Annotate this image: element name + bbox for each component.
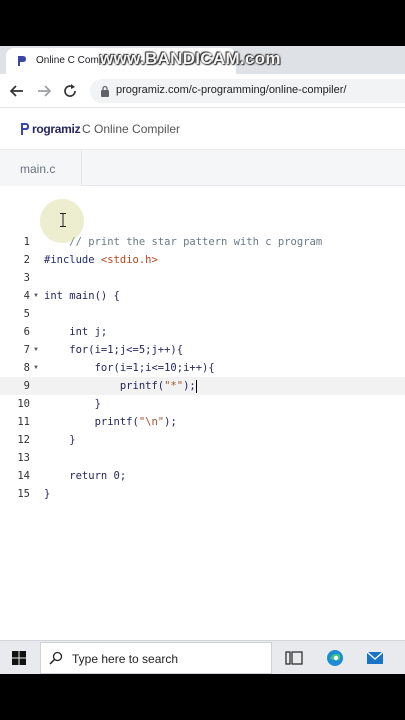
code-line[interactable]: 9 printf("*"); bbox=[0, 377, 405, 395]
site-header: rogramiz C Online Compiler bbox=[0, 108, 405, 150]
code-line[interactable]: 14 return 0; bbox=[0, 467, 405, 485]
task-view-icon[interactable] bbox=[285, 649, 303, 667]
line-number: 3 bbox=[23, 272, 30, 284]
fold-arrow-icon[interactable]: ▼ bbox=[33, 287, 39, 305]
line-number: 7 bbox=[23, 344, 30, 356]
code-text: int j; bbox=[44, 326, 108, 338]
page-title: C Online Compiler bbox=[82, 122, 181, 136]
code-text: } bbox=[44, 434, 76, 446]
line-number: 9 bbox=[23, 380, 30, 392]
text-caret bbox=[195, 379, 197, 393]
windows-taskbar: Type here to search bbox=[0, 640, 405, 674]
code-text: for(i=1;j<=5;j++){ bbox=[44, 344, 184, 356]
line-number: 1 bbox=[23, 236, 30, 248]
reload-icon[interactable] bbox=[61, 82, 79, 100]
fold-arrow-icon[interactable]: ▼ bbox=[33, 341, 39, 359]
forward-arrow-icon[interactable] bbox=[35, 82, 53, 100]
browser-tab-title: Online C Compiler bbox=[36, 55, 106, 66]
programiz-logo-icon[interactable] bbox=[20, 122, 30, 136]
programiz-logo-text[interactable]: rogramiz bbox=[32, 122, 81, 136]
code-line[interactable]: 6 int j; bbox=[0, 323, 405, 341]
mail-icon[interactable] bbox=[366, 649, 384, 667]
lock-icon[interactable] bbox=[100, 85, 110, 97]
code-text: #include <stdio.h> bbox=[44, 254, 158, 266]
code-line[interactable]: 11 printf("\n"); bbox=[0, 413, 405, 431]
line-number: 10 bbox=[17, 398, 30, 410]
code-line[interactable]: 12 } bbox=[0, 431, 405, 449]
line-number: 14 bbox=[17, 470, 30, 482]
code-line[interactable]: 15} bbox=[0, 485, 405, 503]
code-text: printf("\n"); bbox=[44, 416, 177, 428]
fold-arrow-icon[interactable]: ▼ bbox=[33, 359, 39, 377]
line-number: 15 bbox=[17, 488, 30, 500]
code-line[interactable]: 13 bbox=[0, 449, 405, 467]
file-tab-label: main.c bbox=[20, 162, 56, 176]
browser-toolbar: programiz.com/c-programming/online-compi… bbox=[0, 74, 405, 108]
line-number: 13 bbox=[17, 452, 30, 464]
code-line[interactable]: 5 bbox=[0, 305, 405, 323]
code-line[interactable]: 2 #include <stdio.h> bbox=[0, 251, 405, 269]
line-number: 2 bbox=[23, 254, 30, 266]
line-number: 5 bbox=[23, 308, 30, 320]
programiz-favicon-icon bbox=[18, 56, 26, 66]
code-text: for(i=1;i<=10;i++){ bbox=[44, 362, 215, 374]
line-number: 11 bbox=[17, 416, 30, 428]
code-line[interactable]: 10 } bbox=[0, 395, 405, 413]
code-line[interactable]: 8 ▼ for(i=1;i<=10;i++){ bbox=[0, 359, 405, 377]
code-line[interactable]: 3 bbox=[0, 269, 405, 287]
address-bar[interactable]: programiz.com/c-programming/online-compi… bbox=[90, 79, 405, 103]
code-line[interactable]: 4 ▼ int main() { bbox=[0, 287, 405, 305]
editor-tab-bar: main.c bbox=[0, 150, 405, 186]
edge-browser-icon[interactable] bbox=[326, 649, 344, 667]
taskbar-search-box[interactable]: Type here to search bbox=[40, 642, 272, 674]
code-text: int main() { bbox=[44, 290, 120, 302]
search-icon bbox=[49, 651, 63, 665]
back-arrow-icon[interactable] bbox=[8, 82, 26, 100]
code-editor[interactable]: 1 // print the star pattern with c progr… bbox=[0, 186, 405, 640]
code-text: // print the star pattern with c program bbox=[69, 236, 323, 248]
screen: Online C Compiler www.BANDICAM.com progr… bbox=[0, 46, 405, 674]
taskbar-search-placeholder: Type here to search bbox=[72, 652, 179, 666]
code-text: } bbox=[44, 398, 101, 410]
bandicam-watermark: www.BANDICAM.com bbox=[100, 49, 281, 68]
line-number: 6 bbox=[23, 326, 30, 338]
text-cursor-icon bbox=[60, 213, 66, 227]
url-text: programiz.com/c-programming/online-compi… bbox=[116, 84, 347, 96]
code-line[interactable]: 7 ▼ for(i=1;j<=5;j++){ bbox=[0, 341, 405, 359]
file-tab-main-c[interactable]: main.c bbox=[0, 150, 82, 186]
line-number: 4 bbox=[23, 290, 30, 302]
windows-start-icon[interactable] bbox=[12, 651, 26, 665]
code-text: printf("*"); bbox=[44, 379, 197, 393]
line-number: 12 bbox=[17, 434, 30, 446]
browser-tab-strip: Online C Compiler www.BANDICAM.com bbox=[0, 46, 405, 74]
line-number: 8 bbox=[23, 362, 30, 374]
code-text: } bbox=[44, 488, 51, 500]
code-text: return 0; bbox=[44, 470, 127, 482]
